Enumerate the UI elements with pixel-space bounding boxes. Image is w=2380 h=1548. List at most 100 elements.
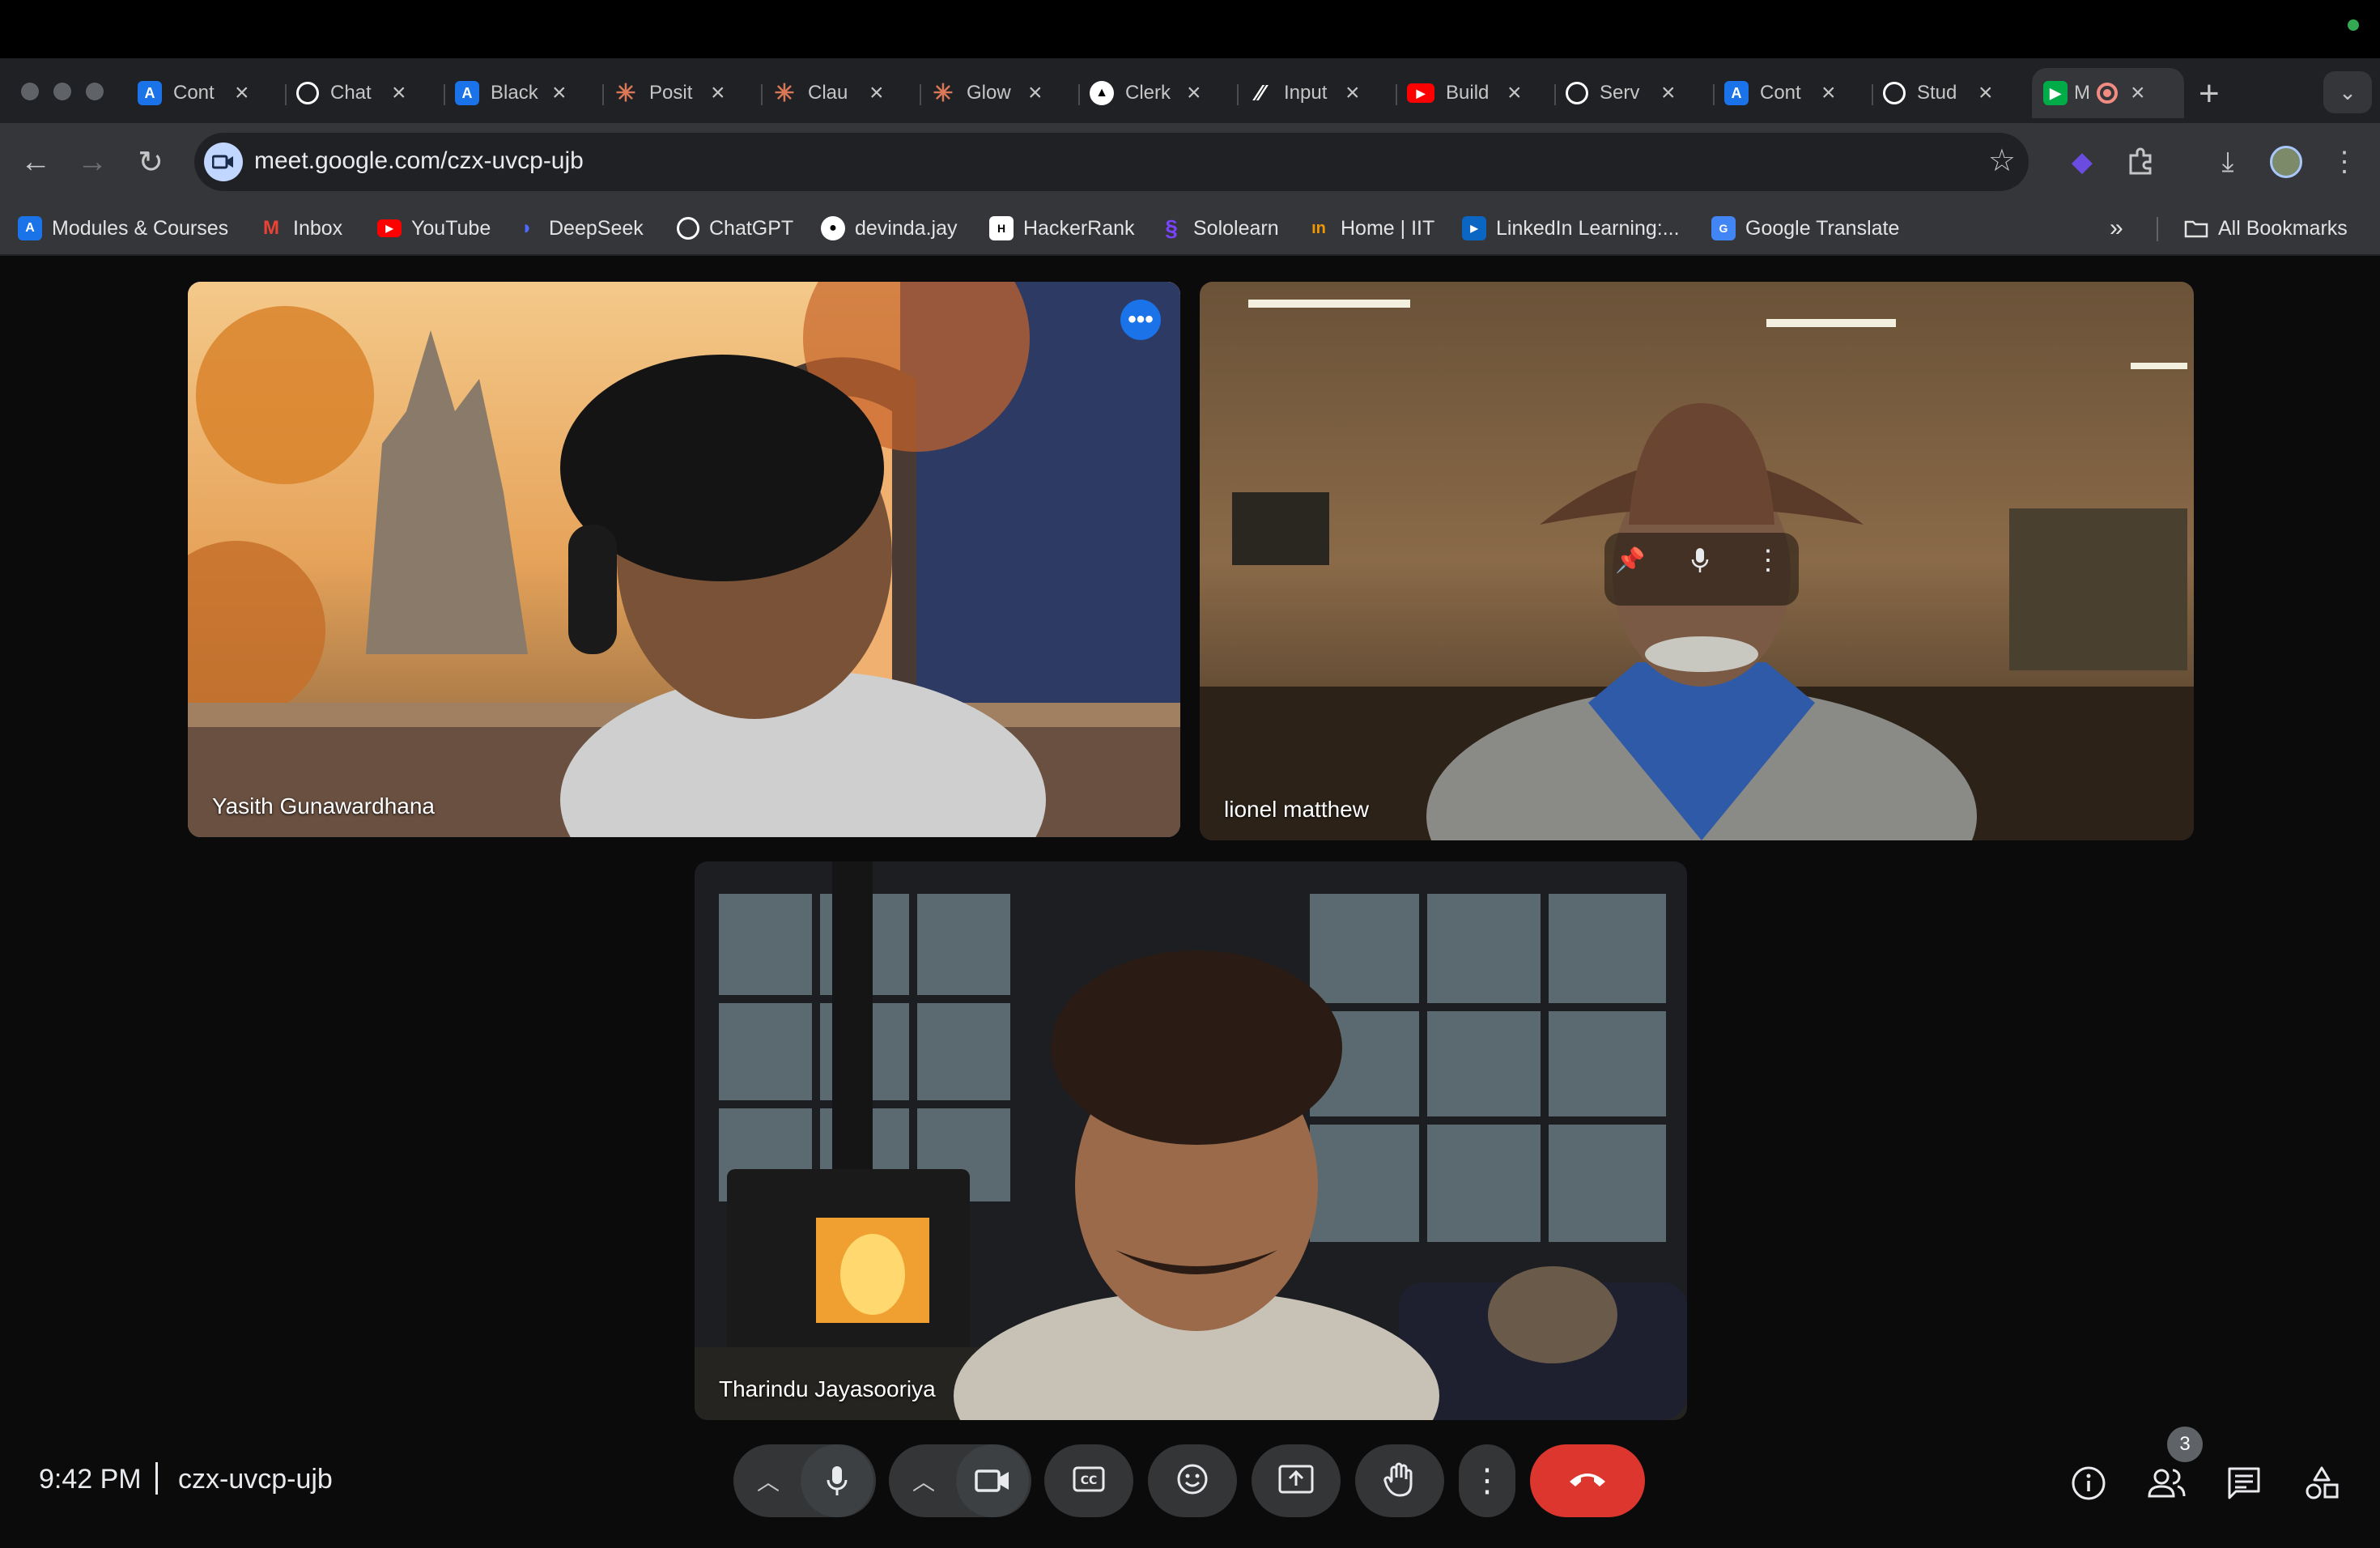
camera-indicator-icon <box>2348 19 2359 31</box>
address-bar[interactable]: meet.google.com/czx-uvcp-ujb ☆ <box>194 133 2029 191</box>
tab-strip: A Cont × Chat × A Black × ✳ Posit × ✳ Cl… <box>0 58 2380 123</box>
present-screen-button[interactable] <box>1252 1444 1341 1517</box>
video-feed <box>188 282 1180 837</box>
bookmark-inbox[interactable]: M Inbox <box>259 211 342 246</box>
claude-icon: ✳ <box>933 79 954 107</box>
close-tab-icon[interactable]: × <box>392 79 406 107</box>
browser-tab[interactable]: ⁄⁄ Input × <box>1237 68 1371 118</box>
minimize-window-icon[interactable] <box>53 83 71 100</box>
back-icon[interactable]: ← <box>13 139 58 185</box>
bookmark-google-translate[interactable]: G Google Translate <box>1711 211 1899 246</box>
iit-icon: ın <box>1311 219 1326 237</box>
all-bookmarks[interactable]: All Bookmarks <box>2184 211 2348 246</box>
participant-name: lionel matthew <box>1224 797 1369 822</box>
forward-icon[interactable]: → <box>70 139 115 185</box>
participant-name: Yasith Gunawardhana <box>212 793 435 819</box>
camera-icon[interactable] <box>956 1444 1029 1517</box>
browser-tab[interactable]: ✳ Clau × <box>761 68 895 118</box>
menu-bar <box>0 0 2380 58</box>
bookmark-modules-courses[interactable]: A Modules & Courses <box>18 211 228 246</box>
close-tab-icon[interactable]: × <box>869 79 884 107</box>
chat-button[interactable] <box>2218 1459 2270 1511</box>
extensions-puzzle-icon[interactable] <box>2119 141 2161 183</box>
bookmark-star-icon[interactable]: ☆ <box>1988 142 2016 179</box>
people-button[interactable] <box>2140 1459 2192 1511</box>
close-tab-icon[interactable]: × <box>235 79 249 107</box>
raise-hand-button[interactable] <box>1355 1444 1444 1517</box>
close-tab-icon[interactable]: × <box>1661 79 1676 107</box>
bookmark-home-iit[interactable]: ın Home | IIT <box>1307 211 1434 246</box>
bookmark-hackerrank[interactable]: H HackerRank <box>989 211 1135 246</box>
translate-icon: G <box>1711 216 1736 240</box>
close-tab-icon[interactable]: × <box>552 79 567 107</box>
camera-control[interactable]: ︿ <box>889 1444 1031 1517</box>
browser-tab[interactable]: Stud × <box>1872 68 2004 118</box>
more-options-icon[interactable]: ⋮ <box>1750 542 1786 578</box>
browser-tab[interactable]: A Cont × <box>1713 68 1847 118</box>
profile-avatar[interactable] <box>2265 141 2307 183</box>
meeting-details-button[interactable] <box>2063 1459 2114 1511</box>
extension-gem-icon[interactable]: ◆ <box>2061 141 2103 183</box>
more-options-button[interactable]: ⋮ <box>1459 1444 1515 1517</box>
close-tab-icon[interactable]: × <box>1345 79 1360 107</box>
camera-site-icon[interactable] <box>204 142 243 181</box>
browser-tab[interactable]: A Cont × <box>126 68 261 118</box>
gmail-icon: M <box>263 217 279 239</box>
browser-toolbar: ← → ↻ meet.google.com/czx-uvcp-ujb ☆ ◆ ⤓… <box>0 123 2380 201</box>
github-icon: ● <box>821 216 845 240</box>
folder-icon <box>2184 216 2208 240</box>
present-icon <box>1278 1465 1314 1498</box>
bookmark-deepseek[interactable]: ◗ DeepSeek <box>515 211 644 246</box>
activities-icon <box>2304 1465 2340 1505</box>
new-tab-icon[interactable]: + <box>2199 76 2220 112</box>
browser-tab[interactable]: Chat × <box>285 68 418 118</box>
browser-tab[interactable]: A Black × <box>444 68 578 118</box>
bookmark-github[interactable]: ● devinda.jay <box>821 211 957 246</box>
browser-menu-icon[interactable]: ⋮ <box>2323 141 2365 183</box>
close-tab-icon[interactable]: × <box>1187 79 1201 107</box>
people-icon <box>2147 1467 2186 1503</box>
close-tab-icon[interactable]: × <box>711 79 725 107</box>
captions-button[interactable]: CC <box>1044 1444 1133 1517</box>
browser-tab[interactable]: ✳ Posit × <box>602 68 737 118</box>
meet-icon: ▶ <box>2043 81 2068 105</box>
microphone-control[interactable]: ︿ <box>733 1444 876 1517</box>
svg-text:CC: CC <box>1081 1474 1098 1487</box>
browser-tab-active[interactable]: ▶ M × <box>2032 68 2184 118</box>
activities-button[interactable] <box>2296 1459 2348 1511</box>
close-tab-icon[interactable]: × <box>2131 79 2145 107</box>
close-window-icon[interactable] <box>21 83 39 100</box>
openai-icon <box>1883 82 1906 104</box>
bookmark-chatgpt[interactable]: ChatGPT <box>677 211 793 246</box>
leave-call-button[interactable] <box>1530 1444 1645 1517</box>
reactions-button[interactable] <box>1148 1444 1237 1517</box>
participant-tile[interactable]: ••• Yasith Gunawardhana <box>188 282 1180 837</box>
close-tab-icon[interactable]: × <box>1507 79 1522 107</box>
microphone-icon[interactable] <box>801 1444 873 1517</box>
bookmark-sololearn[interactable]: § Sololearn <box>1159 211 1278 246</box>
browser-tab[interactable]: ▶ Build × <box>1396 68 1533 118</box>
bookmark-youtube[interactable]: ▶ YouTube <box>377 211 491 246</box>
info-icon <box>2071 1465 2106 1505</box>
openai-icon <box>677 217 699 240</box>
pin-icon[interactable]: 📌 <box>1613 542 1648 578</box>
browser-tab[interactable]: ✳ Glow × <box>920 68 1054 118</box>
end-call-icon <box>1567 1470 1608 1492</box>
participant-tile[interactable]: 📌 ⋮ lionel matthew <box>1200 282 2194 840</box>
more-options-icon[interactable]: ••• <box>1120 300 1161 340</box>
zoom-window-icon[interactable] <box>86 83 104 100</box>
reload-icon[interactable]: ↻ <box>128 139 173 185</box>
participant-tile[interactable]: Tharindu Jayasooriya <box>695 861 1687 1420</box>
close-tab-icon[interactable]: × <box>1821 79 1836 107</box>
browser-tab[interactable]: Serv × <box>1554 68 1687 118</box>
chevron-up-icon[interactable]: ︿ <box>736 1465 801 1497</box>
download-icon[interactable]: ⤓ <box>2207 141 2249 183</box>
bookmark-linkedin-learning[interactable]: ▶ LinkedIn Learning:... <box>1462 211 1680 246</box>
close-tab-icon[interactable]: × <box>1978 79 1993 107</box>
tab-search-icon[interactable]: ⌄ <box>2323 71 2372 113</box>
microphone-icon[interactable] <box>1682 542 1718 578</box>
close-tab-icon[interactable]: × <box>1028 79 1043 107</box>
browser-tab[interactable]: ▲ Clerk × <box>1078 68 1213 118</box>
chevron-up-icon[interactable]: ︿ <box>891 1465 956 1497</box>
more-bookmarks-icon[interactable]: » <box>2110 211 2123 246</box>
